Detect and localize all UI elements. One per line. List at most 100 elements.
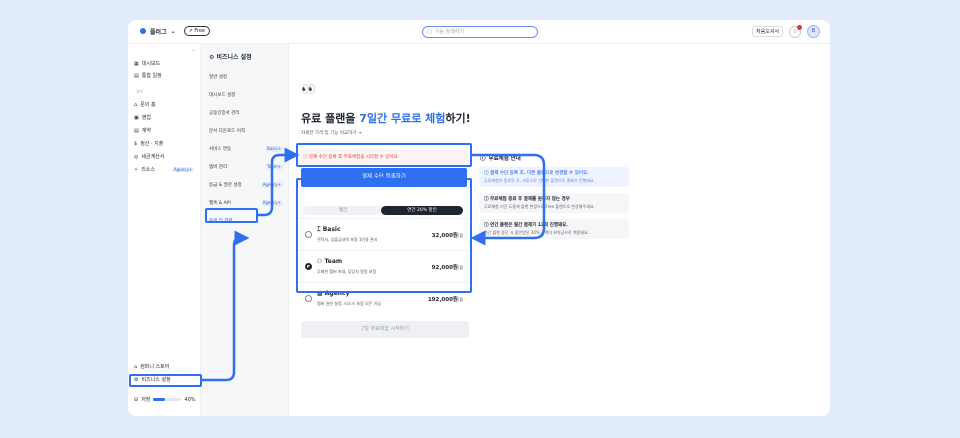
radio-button-selected[interactable]: [305, 263, 312, 270]
title-accent: 7일간 무료로 체험: [359, 112, 446, 125]
sidebar-section-label: 관리: [136, 89, 144, 94]
settings-item-label: 일반 설정: [209, 75, 227, 80]
settings-item-plan-billing[interactable]: 플랜 및 결제: [209, 218, 283, 224]
storage-usage: ⛁ 저장 40%: [134, 396, 196, 404]
radio-button[interactable]: [305, 231, 312, 238]
settings-item-download-history[interactable]: 문서 다운로드 이력: [209, 128, 283, 134]
workspace-switcher[interactable]: 플러그 ⌄ ⇗ Free: [140, 26, 210, 36]
search-input[interactable]: ▢ 기능 검색하기: [422, 26, 538, 38]
plan-name-text: Basic: [322, 226, 341, 233]
plan-option-team[interactable]: ⚇ Team 무제한 멤버 초대, 담당자 알림 포함 92,000원/월: [297, 250, 469, 282]
sales-icon: ▣: [134, 114, 139, 121]
compare-plans-link[interactable]: 자세한 가격 및 기능 비교하기 →: [301, 130, 362, 136]
search-placeholder: 기능 검색하기: [434, 29, 464, 35]
title-prefix: 유료 플랜을: [301, 112, 360, 125]
sidebar-item-resources[interactable]: ✧ 리소스 Agency+: [134, 166, 195, 173]
plan-name: ⌶ Basic: [317, 226, 341, 234]
settings-item-webhook-api[interactable]: 웹훅 & API Agency+: [209, 200, 283, 206]
start-trial-button[interactable]: 7일 무료체험 시작하기: [301, 321, 469, 338]
warning-message: ⓘ 결제 수단 등록 후 무료체험을 시작할 수 있어요.: [297, 150, 469, 164]
sidebar-item-label: 컴퍼니 스토어: [140, 364, 170, 370]
settings-item-dashboard[interactable]: 대시보드 설정: [209, 92, 283, 98]
invoice-icon: ◎: [134, 153, 139, 160]
settings-item-roles[interactable]: 등급 & 권한 설정 Agency+: [209, 182, 283, 188]
collapse-icon[interactable]: «: [192, 48, 195, 54]
app-window: 플러그 ⌄ ⇗ Free ▢ 기능 검색하기 처음오셔서 ♢ B « ▦ 대시보…: [128, 20, 830, 416]
guide-button[interactable]: 처음오셔서: [751, 26, 783, 37]
settings-item-label: 멤버 관리: [209, 165, 227, 170]
sidebar-item-label: 비즈니스 설정: [141, 377, 171, 383]
info-card-desc: 무료체험이 종료된 후, 자동으로 선택한 플랜으로 결제가 진행돼요.: [484, 178, 595, 183]
calendar-icon: ▤: [134, 72, 139, 79]
plan-icon: ⌶: [317, 226, 321, 233]
billing-toggle[interactable]: 월간 연간 20% 할인: [303, 206, 463, 215]
settings-item-members[interactable]: 멤버 관리 Team+: [209, 164, 283, 170]
sidebar-item-store[interactable]: ⌂ 컴퍼니 스토어: [134, 363, 170, 371]
plan-option-basic[interactable]: ⌶ Basic 견적서, 입출금내역 포함 1인용 관리 32,000원/월: [297, 218, 469, 250]
sidebar-item-settlement[interactable]: $ 정산 · 지출: [134, 140, 164, 148]
home-icon: ⌂: [134, 101, 138, 108]
register-payment-button[interactable]: 결제 수단 등록하기: [301, 168, 467, 187]
info-card-desc: 무료체험 기간 도중에 플랜 변경으로 Free 플랜으로 변경해주세요.: [484, 204, 595, 209]
settings-item-label: 웹훅 & API: [209, 201, 231, 206]
sidebar-item-sales[interactable]: ▣ 영업: [134, 114, 151, 122]
sidebar-item-label: 세금계산서: [141, 154, 165, 160]
info-card-desc: 연간 플랜 중단 시 할인받은 20% 금액이 위약금으로 책정돼요.: [484, 230, 589, 235]
sidebar-item-contract[interactable]: ▤ 계약: [134, 127, 151, 135]
plan-name-text: Team: [324, 258, 343, 265]
settings-menu: ⚙ 비즈니스 설정 일반 설정 대시보드 설정 공동인증서 관리 문서 다운로드…: [201, 44, 289, 416]
top-bar: 플러그 ⌄ ⇗ Free ▢ 기능 검색하기 처음오셔서 ♢ B: [128, 20, 830, 44]
sidebar-item-label: 통합 일정: [141, 73, 162, 79]
sidebar-item-tax-invoice[interactable]: ◎ 세금계산서: [134, 153, 165, 161]
main-content: 👀 유료 플랜을 7일간 무료로 체험하기! 자세한 가격 및 기능 비교하기 …: [289, 44, 830, 416]
title-suffix: 하기!: [445, 112, 471, 125]
contract-icon: ▤: [134, 127, 139, 134]
dashboard-icon: ▦: [134, 60, 139, 67]
sidebar-item-label: 정산 · 지출: [140, 141, 164, 147]
settings-title: ⚙ 비즈니스 설정: [209, 52, 252, 61]
bell-icon[interactable]: ♢: [789, 24, 802, 38]
price-unit: /월: [457, 265, 463, 270]
workspace-name: 플러그: [150, 28, 167, 36]
store-icon: ⌂: [134, 363, 138, 370]
storage-icon: ⛁: [134, 396, 139, 403]
chevron-down-icon: ⌄: [170, 27, 176, 35]
plan-option-agency[interactable]: ▩ Agency 멤버 권한 설정, 리소스 포함 모든 기능 192,000원…: [297, 282, 469, 314]
settings-item-label: 플랜 및 결제: [209, 219, 233, 224]
sidebar: « ▦ 대시보드 ▤ 통합 일정 관리 ⌂ 문의 홈 ▣ 영업 ▤ 계약 $ 정…: [128, 44, 201, 416]
sidebar-item-inquiry[interactable]: ⌂ 문의 홈: [134, 101, 156, 109]
settings-title-text: 비즈니스 설정: [216, 54, 252, 61]
plan-price: 192,000원/월: [428, 295, 463, 303]
info-title: ⓘ 무료체험 안내: [480, 154, 521, 162]
plan-badge: Agency+: [260, 200, 283, 206]
plan-price: 92,000원/월: [432, 263, 463, 271]
sidebar-item-schedule[interactable]: ▤ 통합 일정: [134, 72, 162, 80]
info-title-text: 무료체험 안내: [488, 156, 521, 162]
plan-badge: Basic+: [265, 146, 283, 152]
sparkle-icon: ✧: [134, 166, 139, 173]
workspace-logo-icon: [140, 28, 146, 34]
sidebar-item-dashboard[interactable]: ▦ 대시보드: [134, 60, 160, 68]
billing-yearly-option[interactable]: 연간 20% 할인: [381, 206, 463, 215]
price-unit: /월: [457, 233, 463, 238]
billing-monthly-option[interactable]: 월간: [303, 206, 383, 215]
settings-item-integrations[interactable]: 서비스 연동 Basic+: [209, 146, 283, 152]
info-card: ⓘ 연간 플랜은 월간 결제가 12회 진행돼요. 연간 플랜 중단 시 할인받…: [479, 219, 629, 239]
avatar[interactable]: B: [807, 25, 820, 38]
radio-button[interactable]: [305, 295, 312, 302]
plan-name: ▩ Agency: [317, 290, 350, 297]
sidebar-item-label: 계약: [141, 128, 151, 134]
price-value: 32,000원: [431, 233, 458, 239]
plan-icon: ⚇: [317, 258, 323, 265]
price-value: 192,000원: [427, 297, 458, 303]
settings-item-general[interactable]: 일반 설정: [209, 74, 283, 80]
eyes-emoji: 👀: [301, 82, 316, 96]
page-title: 유료 플랜을 7일간 무료로 체험하기!: [301, 110, 471, 126]
settings-item-label: 공동인증서 관리: [209, 111, 240, 116]
plan-name-text: Agency: [324, 290, 350, 297]
sidebar-item-business-settings[interactable]: ⚙ 비즈니스 설정: [134, 376, 171, 384]
sidebar-item-label: 리소스: [141, 167, 156, 173]
settings-item-label: 서비스 연동: [209, 147, 232, 152]
plan-badge[interactable]: ⇗ Free: [183, 26, 210, 36]
settings-item-certificate[interactable]: 공동인증서 관리: [209, 110, 283, 116]
